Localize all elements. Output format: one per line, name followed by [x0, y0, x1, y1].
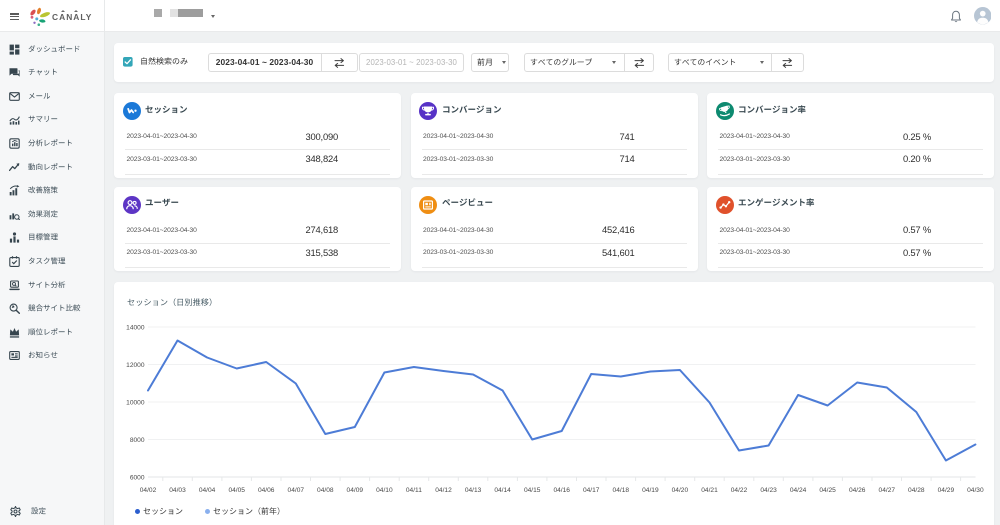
svg-text:12000: 12000 — [126, 361, 145, 368]
svg-text:04/04: 04/04 — [199, 487, 216, 494]
svg-text:04/27: 04/27 — [879, 487, 896, 494]
svg-text:04/09: 04/09 — [347, 487, 364, 494]
svg-text:04/22: 04/22 — [731, 487, 748, 494]
svg-text:04/03: 04/03 — [169, 487, 186, 494]
svg-text:04/28: 04/28 — [908, 487, 925, 494]
svg-text:04/05: 04/05 — [228, 487, 245, 494]
svg-text:04/12: 04/12 — [435, 487, 452, 494]
svg-text:04/26: 04/26 — [849, 487, 866, 494]
svg-text:04/23: 04/23 — [760, 487, 777, 494]
svg-text:04/19: 04/19 — [642, 487, 659, 494]
svg-text:04/14: 04/14 — [494, 487, 511, 494]
svg-text:04/10: 04/10 — [376, 487, 393, 494]
svg-text:04/02: 04/02 — [140, 487, 157, 494]
svg-text:04/29: 04/29 — [938, 487, 955, 494]
svg-text:04/17: 04/17 — [583, 487, 600, 494]
svg-text:04/21: 04/21 — [701, 487, 718, 494]
svg-text:10000: 10000 — [126, 399, 145, 406]
svg-text:04/18: 04/18 — [613, 487, 630, 494]
svg-text:04/30: 04/30 — [967, 487, 984, 494]
svg-text:04/06: 04/06 — [258, 487, 275, 494]
svg-text:8000: 8000 — [130, 436, 145, 443]
svg-text:04/11: 04/11 — [406, 487, 422, 494]
svg-text:04/07: 04/07 — [288, 487, 305, 494]
svg-text:04/13: 04/13 — [465, 487, 482, 494]
svg-text:04/08: 04/08 — [317, 487, 334, 494]
svg-text:04/16: 04/16 — [553, 487, 570, 494]
svg-text:14000: 14000 — [126, 324, 145, 331]
svg-text:04/24: 04/24 — [790, 487, 807, 494]
svg-text:04/25: 04/25 — [819, 487, 836, 494]
svg-text:6000: 6000 — [130, 474, 145, 481]
svg-text:04/15: 04/15 — [524, 487, 541, 494]
svg-text:04/20: 04/20 — [672, 487, 689, 494]
